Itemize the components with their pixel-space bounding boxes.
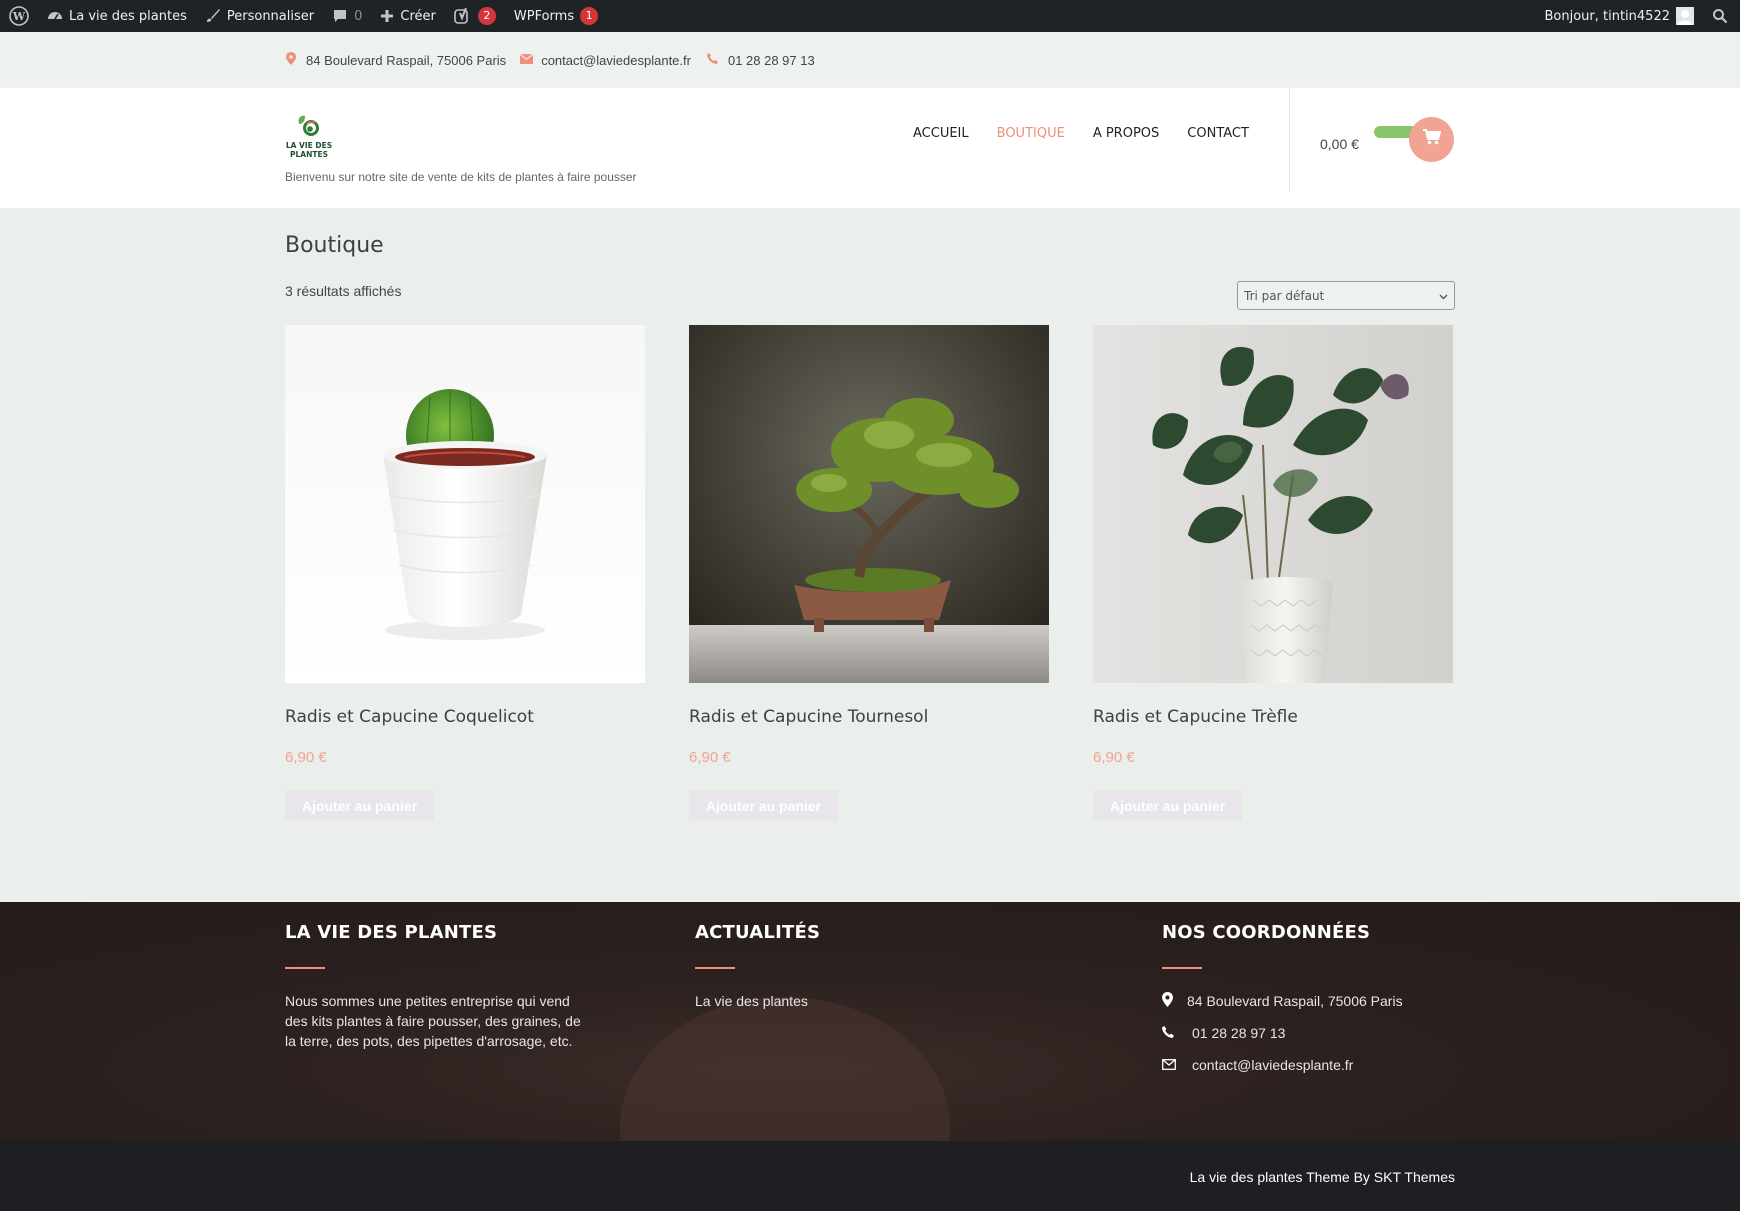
shopping-cart-icon <box>1422 129 1441 150</box>
product-price: 6,90 € <box>1093 749 1135 766</box>
footer-contact: NOS COORDONNÉES 84 Boulevard Raspail, 75… <box>1162 922 1462 1075</box>
footer-about-text: Nous sommes une petites entreprise qui v… <box>285 993 581 1049</box>
map-marker-icon <box>285 52 297 68</box>
sort-selected-value: Tri par défaut <box>1244 288 1325 303</box>
product-image-houseplant[interactable] <box>1093 325 1453 683</box>
product-title[interactable]: Radis et Capucine Trèfle <box>1093 707 1298 727</box>
wpforms-menu[interactable]: WPForms 1 <box>505 0 607 32</box>
paintbrush-icon <box>205 8 221 24</box>
footer-news: ACTUALITÉS La vie des plantes <box>695 922 995 1011</box>
topbar-address: 84 Boulevard Raspail, 75006 Paris <box>285 52 506 68</box>
dashboard-icon <box>47 8 63 24</box>
phone-icon <box>1162 1025 1192 1041</box>
phone-icon <box>707 53 719 67</box>
add-to-cart-button[interactable]: Ajouter au panier <box>285 790 434 821</box>
page-title: Boutique <box>285 233 384 258</box>
customize-link[interactable]: Personnaliser <box>196 0 323 32</box>
wordpress-icon: W <box>9 6 29 26</box>
product-card: Radis et Capucine Trèfle 6,90 € Ajouter … <box>1093 325 1453 821</box>
cart-button[interactable] <box>1409 117 1454 162</box>
product-card: Radis et Capucine Tournesol 6,90 € Ajout… <box>689 325 1049 821</box>
main-navigation: ACCUEIL BOUTIQUE A PROPOS CONTACT <box>913 126 1249 141</box>
footer-news-link[interactable]: La vie des plantes <box>695 991 995 1011</box>
yoast-notification-badge: 2 <box>477 7 496 25</box>
footer-email-text[interactable]: contact@laviedesplante.fr <box>1192 1057 1353 1073</box>
footer-about-title: LA VIE DES PLANTES <box>285 922 498 943</box>
site-header: LA VIE DES PLANTES Bienvenu sur notre si… <box>0 88 1740 208</box>
site-logo[interactable]: LA VIE DES PLANTES <box>285 112 333 160</box>
product-image-cactus[interactable] <box>285 325 645 683</box>
topbar-address-text: 84 Boulevard Raspail, 75006 Paris <box>306 52 507 68</box>
footer-title-underline <box>695 967 735 969</box>
envelope-icon <box>1162 1058 1192 1073</box>
comment-icon <box>332 8 348 24</box>
result-count: 3 résultats affichés <box>285 283 402 299</box>
plus-icon <box>380 9 394 23</box>
wpforms-notification-badge: 1 <box>580 7 599 25</box>
nav-contact[interactable]: CONTACT <box>1187 126 1249 141</box>
header-divider <box>1289 88 1290 192</box>
logo-text-line1: LA VIE DES <box>286 141 332 150</box>
add-to-cart-button[interactable]: Ajouter au panier <box>1093 790 1242 821</box>
footer-title-underline <box>285 967 325 969</box>
topbar-email-text[interactable]: contact@laviedesplante.fr <box>541 53 691 68</box>
footer-credit[interactable]: La vie des plantes Theme By SKT Themes <box>1190 1169 1455 1185</box>
footer-about: LA VIE DES PLANTES Nous sommes une petit… <box>285 922 585 1051</box>
admin-search-button[interactable] <box>1703 0 1740 32</box>
product-card: Radis et Capucine Coquelicot 6,90 € Ajou… <box>285 325 645 821</box>
wordpress-logo-menu[interactable]: W <box>0 0 38 32</box>
avatar <box>1676 7 1694 25</box>
product-title[interactable]: Radis et Capucine Coquelicot <box>285 707 534 727</box>
cart-total[interactable]: 0,00 € <box>1320 136 1359 152</box>
sort-select[interactable]: Tri par défaut <box>1237 281 1455 310</box>
product-price: 6,90 € <box>285 749 327 766</box>
nav-accueil[interactable]: ACCUEIL <box>913 126 969 141</box>
chevron-down-icon <box>1439 289 1448 303</box>
logo-text-line2: PLANTES <box>290 150 328 159</box>
customize-label: Personnaliser <box>226 8 315 24</box>
svg-text:W: W <box>12 10 26 23</box>
footer-address: 84 Boulevard Raspail, 75006 Paris <box>1162 991 1462 1011</box>
footer-address-text: 84 Boulevard Raspail, 75006 Paris <box>1187 993 1403 1009</box>
footer-title-underline <box>1162 967 1202 969</box>
footer-news-title: ACTUALITÉS <box>695 922 821 943</box>
comments-count: 0 <box>354 8 363 24</box>
envelope-icon <box>519 53 534 67</box>
product-title[interactable]: Radis et Capucine Tournesol <box>689 707 928 727</box>
yoast-icon <box>454 7 472 25</box>
topbar-phone-text: 01 28 28 97 13 <box>727 52 815 68</box>
comments-link[interactable]: 0 <box>323 0 371 32</box>
new-content-menu[interactable]: Créer <box>371 0 444 32</box>
create-label: Créer <box>400 8 436 24</box>
product-image-bonsai[interactable] <box>689 325 1049 683</box>
contact-topbar: 84 Boulevard Raspail, 75006 Paris contac… <box>0 32 1740 88</box>
wpforms-label: WPForms <box>513 8 575 24</box>
search-icon <box>1712 8 1728 24</box>
yoast-menu[interactable]: 2 <box>445 0 505 32</box>
add-to-cart-button[interactable]: Ajouter au panier <box>689 790 838 821</box>
topbar-email[interactable]: contact@laviedesplante.fr <box>519 53 691 68</box>
footer-phone-text: 01 28 28 97 13 <box>1192 1025 1286 1041</box>
product-price: 6,90 € <box>689 749 731 766</box>
nav-boutique[interactable]: BOUTIQUE <box>997 126 1065 141</box>
map-marker-icon <box>1162 992 1187 1010</box>
greeting-label: Bonjour, tintin4522 <box>1544 8 1670 24</box>
site-footer: LA VIE DES PLANTES Nous sommes une petit… <box>0 902 1740 1141</box>
footer-email[interactable]: contact@laviedesplante.fr <box>1162 1055 1462 1075</box>
footer-background-image <box>620 997 950 1141</box>
site-name-menu[interactable]: La vie des plantes <box>38 0 196 32</box>
site-name-label: La vie des plantes <box>69 8 187 24</box>
my-account-menu[interactable]: Bonjour, tintin4522 <box>1535 0 1703 32</box>
admin-bar: W La vie des plantes Personnaliser 0 Cré… <box>0 0 1740 32</box>
nav-a-propos[interactable]: A PROPOS <box>1093 126 1159 141</box>
site-tagline: Bienvenu sur notre site de vente de kits… <box>285 170 637 184</box>
topbar-phone: 01 28 28 97 13 <box>707 53 815 68</box>
footer-contact-title: NOS COORDONNÉES <box>1162 922 1371 943</box>
footer-bottom-bar: La vie des plantes Theme By SKT Themes <box>0 1141 1740 1211</box>
footer-phone: 01 28 28 97 13 <box>1162 1023 1462 1043</box>
